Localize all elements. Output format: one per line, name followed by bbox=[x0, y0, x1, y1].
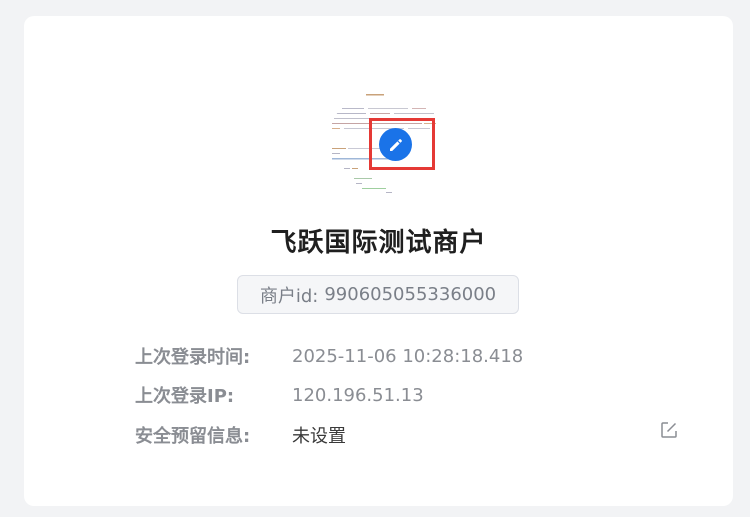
merchant-id-value: 990605055336000 bbox=[324, 284, 497, 305]
edit-security-info-button[interactable] bbox=[659, 420, 679, 440]
pencil-icon bbox=[389, 138, 402, 151]
merchant-id-label: 商户id: bbox=[259, 285, 319, 307]
security-info-value: 未设置 bbox=[292, 426, 346, 447]
security-info-row: 安全预留信息: 未设置 bbox=[135, 421, 346, 449]
merchant-name: 飞跃国际测试商户 bbox=[270, 228, 487, 258]
last-login-time-value: 2025-11-06 10:28:18.418 bbox=[292, 345, 524, 367]
last-login-ip-label: 上次登录IP: bbox=[135, 386, 235, 407]
merchant-id-badge: 商户id: 990605055336000 bbox=[237, 275, 519, 314]
last-login-time-label: 上次登录时间: bbox=[135, 347, 251, 368]
edit-square-icon bbox=[661, 422, 677, 438]
last-login-ip-row: 上次登录IP: 120.196.51.13 bbox=[135, 381, 424, 409]
last-login-ip-value: 120.196.51.13 bbox=[292, 384, 424, 406]
edit-avatar-button[interactable] bbox=[379, 128, 412, 161]
last-login-time-row: 上次登录时间: 2025-11-06 10:28:18.418 bbox=[135, 342, 523, 370]
merchant-profile-card: 飞跃国际测试商户 商户id: 990605055336000 上次登录时间: 2… bbox=[24, 16, 733, 506]
security-info-label: 安全预留信息: bbox=[135, 426, 251, 447]
